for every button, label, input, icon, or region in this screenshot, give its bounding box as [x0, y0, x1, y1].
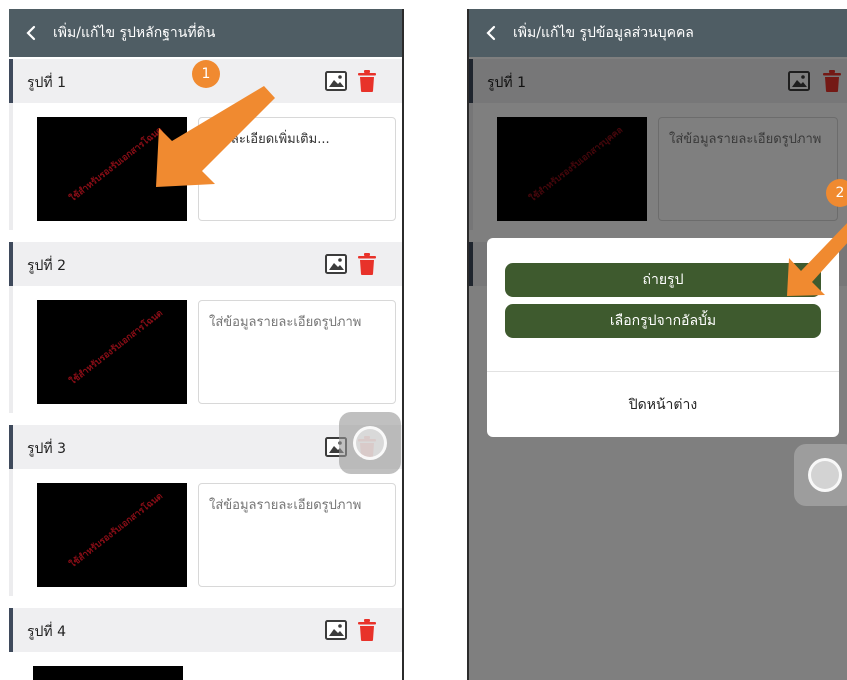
image-icon[interactable]	[325, 620, 347, 640]
section-body: ใช้สำหรับรองรับเอกสารโฉนด	[9, 286, 402, 413]
take-photo-button[interactable]: ถ่ายรูป	[505, 263, 821, 297]
screen-land-evidence-photos: เพิ่ม/แก้ไข รูปหลักฐานที่ดิน รูปที่ 1 ใช…	[9, 9, 404, 680]
choose-from-album-button[interactable]: เลือกรูปจากอัลบั้ม	[505, 304, 821, 338]
trash-icon[interactable]	[358, 619, 376, 641]
floating-assistive-button[interactable]	[339, 412, 401, 474]
section-title: รูปที่ 1	[27, 75, 66, 91]
photo-watermark: ใช้สำหรับรองรับเอกสารโฉนด	[68, 491, 165, 571]
section-body: ใช้สำหรับรองรับเอกสารโฉนด รายละเอียดเพิ่…	[9, 103, 402, 230]
section-header: รูปที่ 4	[9, 608, 402, 652]
back-button[interactable]	[469, 9, 513, 57]
image-icon[interactable]	[325, 254, 347, 274]
step-badge-1: 1	[192, 60, 220, 88]
chevron-left-icon	[26, 25, 36, 41]
assistive-circle	[353, 426, 387, 460]
photo-watermark: ใช้สำหรับรองรับเอกสารโฉนด	[68, 125, 165, 205]
section-title: รูปที่ 3	[27, 441, 66, 457]
page-title: เพิ่ม/แก้ไข รูปหลักฐานที่ดิน	[53, 25, 216, 41]
section-body: ใช้สำหรับรองรับเอกสารโฉนด	[9, 469, 402, 596]
page-title: เพิ่ม/แก้ไข รูปข้อมูลส่วนบุคคล	[513, 25, 694, 41]
screen-personal-photos: เพิ่ม/แก้ไข รูปข้อมูลส่วนบุคคล รูปที่ 1 …	[467, 9, 847, 680]
photo-thumbnail[interactable]: ใช้สำหรับรองรับเอกสารโฉนด	[37, 117, 187, 221]
page: เพิ่ม/แก้ไข รูปหลักฐานที่ดิน รูปที่ 1 ใช…	[0, 0, 847, 680]
step-badge-2: 2	[826, 179, 847, 207]
trash-icon[interactable]	[358, 70, 376, 92]
close-window-button[interactable]: ปิดหน้าต่าง	[487, 372, 839, 437]
app-header: เพิ่ม/แก้ไข รูปข้อมูลส่วนบุคคล	[469, 9, 847, 57]
photo-thumbnail[interactable]	[33, 666, 183, 680]
trash-icon[interactable]	[358, 253, 376, 275]
chevron-left-icon	[486, 25, 496, 41]
back-button[interactable]	[9, 9, 53, 57]
assistive-circle	[808, 458, 842, 492]
description-field[interactable]	[198, 300, 396, 404]
app-header: เพิ่ม/แก้ไข รูปหลักฐานที่ดิน	[9, 9, 402, 57]
photo-section-2: รูปที่ 2 ใช้สำหรับรองรับเอกสารโฉนด	[9, 242, 402, 413]
section-title: รูปที่ 2	[27, 258, 66, 274]
section-title: รูปที่ 4	[27, 624, 66, 640]
section-header: รูปที่ 2	[9, 242, 402, 286]
photo-thumbnail[interactable]: ใช้สำหรับรองรับเอกสารโฉนด	[37, 483, 187, 587]
photo-thumbnail[interactable]: ใช้สำหรับรองรับเอกสารโฉนด	[37, 300, 187, 404]
description-field[interactable]: รายละเอียดเพิ่มเติม...	[198, 117, 396, 221]
photo-action-sheet: ถ่ายรูป เลือกรูปจากอัลบั้ม ปิดหน้าต่าง	[487, 238, 839, 437]
floating-assistive-button[interactable]	[794, 444, 847, 506]
photo-section-4: รูปที่ 4	[9, 608, 402, 680]
photo-watermark: ใช้สำหรับรองรับเอกสารโฉนด	[68, 308, 165, 388]
image-icon[interactable]	[325, 71, 347, 91]
description-field[interactable]	[198, 483, 396, 587]
